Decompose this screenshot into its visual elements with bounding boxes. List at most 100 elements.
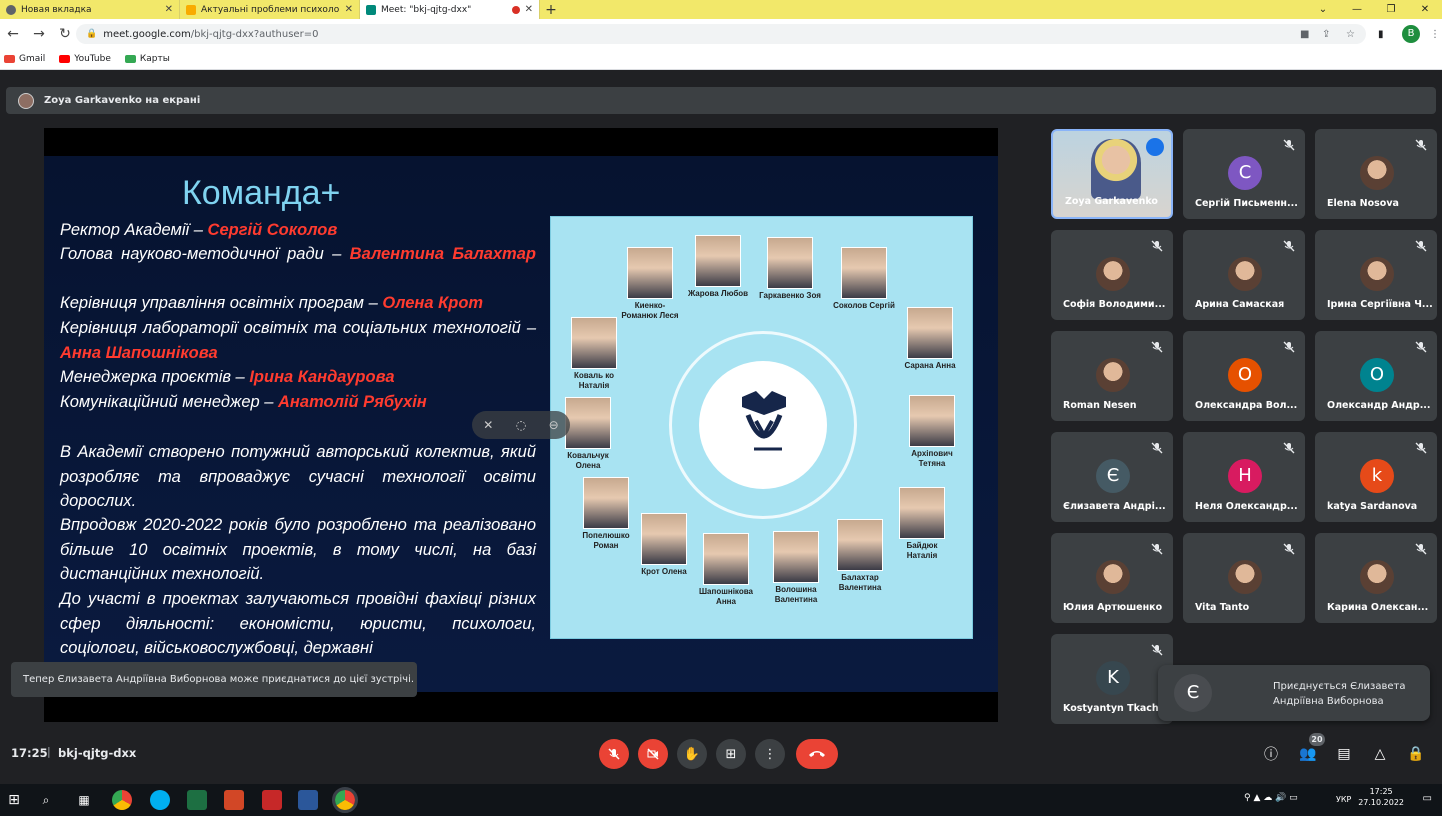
tab-meet[interactable]: Meet: "bkj-qjtg-dxx" ✕ <box>360 0 540 19</box>
participant-name: Неля Олександр... <box>1195 501 1298 512</box>
slide-title: Команда+ <box>182 174 341 212</box>
participant-tile[interactable]: Є Єлизавета Андрі... <box>1051 432 1173 522</box>
info-icon: ⓘ <box>1264 747 1278 763</box>
browser-tab-bar: Новая вкладка ✕ Актуальні проблеми психо… <box>0 0 1442 19</box>
pdf-icon[interactable] <box>262 790 282 810</box>
member-photo <box>773 531 819 583</box>
participant-tile[interactable]: k katya Sardanova <box>1315 432 1437 522</box>
chrome-taskbar-icon[interactable] <box>112 790 132 810</box>
speaking-indicator-icon <box>1146 138 1164 156</box>
participant-tile[interactable]: Ірина Сергіївна Ч... <box>1315 230 1437 320</box>
profile-avatar[interactable]: B <box>1402 25 1420 43</box>
mic-off-icon[interactable]: ◌ <box>516 418 526 432</box>
camera-toggle-button[interactable] <box>638 739 668 769</box>
lock-person-icon: 🔒 <box>1407 746 1425 762</box>
more-dots-icon: ⋮ <box>763 746 777 762</box>
participant-tile[interactable]: Юлия Артюшенко <box>1051 533 1173 623</box>
star-icon[interactable]: ☆ <box>1346 29 1355 40</box>
powerpoint-icon[interactable] <box>224 790 244 810</box>
raise-hand-button[interactable]: ✋ <box>677 739 707 769</box>
participant-name: Roman Nesen <box>1063 400 1137 411</box>
participant-name: Єлизавета Андрі... <box>1063 501 1166 512</box>
joining-avatar: Є <box>1174 674 1212 712</box>
tab-psychology[interactable]: Актуальні проблеми психології ✕ <box>180 0 360 19</box>
address-bar[interactable]: 🔒 meet.google.com/bkj-qjtg-dxx?authuser=… <box>76 24 1366 44</box>
participant-tile[interactable]: О Олександр Андр... <box>1315 331 1437 421</box>
present-button[interactable]: ⊞ <box>716 739 746 769</box>
tab-new[interactable]: Новая вкладка ✕ <box>0 0 180 19</box>
share-icon[interactable]: ⇪ <box>1322 29 1330 40</box>
taskbar-clock[interactable]: 17:25 27.10.2022 <box>1358 786 1404 808</box>
back-icon[interactable]: ← <box>0 26 26 42</box>
windows-start-icon[interactable]: ⊞ <box>4 790 24 810</box>
word-icon[interactable] <box>298 790 318 810</box>
mic-muted-icon <box>1283 543 1295 555</box>
team-member: Шапошнікова Анна <box>695 533 757 607</box>
host-controls-button[interactable]: 🔒 <box>1405 743 1427 765</box>
member-photo <box>837 519 883 571</box>
slide-line: Менеджерка проєктів – Ірина Кандаурова <box>60 368 395 386</box>
tray-icons[interactable]: ⚲ ▲ ☁ 🔊 ▭ <box>1244 793 1298 803</box>
participant-tile[interactable]: Н Неля Олександр... <box>1183 432 1305 522</box>
forward-icon[interactable]: → <box>26 26 52 42</box>
participant-tile[interactable]: Карина Олексан... <box>1315 533 1437 623</box>
excel-icon[interactable] <box>187 790 207 810</box>
more-options-button[interactable]: ⋮ <box>755 739 785 769</box>
restore-icon[interactable]: ❐ <box>1374 0 1408 19</box>
participant-name: Сергій Письменн... <box>1195 198 1298 209</box>
team-image: Киенко-Романюк Леся Жарова Любов Гаркаве… <box>550 216 973 639</box>
reload-icon[interactable]: ↻ <box>52 26 78 42</box>
close-icon[interactable]: ✕ <box>525 4 533 15</box>
participant-tile[interactable]: Арина Самаская <box>1183 230 1305 320</box>
menu-dots-icon[interactable]: ⋮ <box>1430 29 1440 40</box>
notifications-icon[interactable]: ▭ <box>1423 793 1432 804</box>
language-indicator[interactable]: УКР <box>1336 795 1351 804</box>
close-window-icon[interactable]: ✕ <box>1408 0 1442 19</box>
participant-tile[interactable]: Roman Nesen <box>1051 331 1173 421</box>
task-view-icon[interactable]: ▦ <box>74 790 94 810</box>
mic-muted-icon <box>1151 240 1163 252</box>
participant-tile[interactable]: О Олександра Вол... <box>1183 331 1305 421</box>
participant-tile[interactable]: Zoya Garkavenko <box>1051 129 1173 219</box>
leave-call-button[interactable] <box>796 739 838 769</box>
mic-toggle-button[interactable] <box>599 739 629 769</box>
participant-name: Карина Олексан... <box>1327 602 1429 613</box>
tab-search-icon[interactable]: ⌄ <box>1306 0 1340 19</box>
camera-icon[interactable]: ■ <box>1300 29 1309 40</box>
team-member: Волошина Валентина <box>765 531 827 605</box>
participant-tile[interactable]: K Kostyantyn Tkach... <box>1051 634 1173 724</box>
participant-avatar: Є <box>1096 459 1130 493</box>
bookmark-gmail[interactable]: Gmail <box>4 54 45 64</box>
activities-button[interactable]: △ <box>1369 743 1391 765</box>
chat-button[interactable]: ▤ <box>1333 743 1355 765</box>
sidepanel-icon[interactable]: ▮ <box>1378 29 1384 40</box>
participant-name: Софія Володими... <box>1063 299 1166 310</box>
youtube-icon <box>59 54 71 63</box>
member-photo <box>899 487 945 539</box>
bookmark-maps[interactable]: Карты <box>124 54 170 64</box>
meeting-info-button[interactable]: ⓘ <box>1260 743 1282 765</box>
bookmark-youtube[interactable]: YouTube <box>59 54 111 64</box>
presentation-stage: Команда+ Ректор Академії – Сергій Соколо… <box>44 128 998 722</box>
participant-tile[interactable]: Elena Nosova <box>1315 129 1437 219</box>
search-icon[interactable]: ⌕ <box>36 790 56 810</box>
slide-line: Голова науково-методичної ради – Валенти… <box>60 245 536 263</box>
join-notification[interactable]: Є Приєднується Єлизавета Андріївна Вибор… <box>1158 665 1430 721</box>
participant-name: Kostyantyn Tkach... <box>1063 703 1169 714</box>
pin-off-icon[interactable]: ✕ <box>483 418 493 432</box>
new-tab-button[interactable]: + <box>540 0 562 19</box>
participant-tile[interactable]: С Сергій Письменн... <box>1183 129 1305 219</box>
minimize-icon[interactable]: — <box>1340 0 1374 19</box>
close-icon[interactable]: ✕ <box>165 4 173 15</box>
participant-photo <box>1360 257 1394 291</box>
people-button[interactable]: 👥 <box>1297 743 1319 765</box>
chrome-active-icon[interactable] <box>332 787 358 813</box>
participant-name: Арина Самаская <box>1195 299 1285 310</box>
participant-photo <box>1360 156 1394 190</box>
participant-tile[interactable]: Vita Tanto <box>1183 533 1305 623</box>
skype-icon[interactable] <box>150 790 170 810</box>
participant-tile[interactable]: Софія Володими... <box>1051 230 1173 320</box>
slide-line: Керівниця лабораторії освітніх та соціал… <box>60 319 536 362</box>
remove-icon[interactable]: ⊖ <box>549 418 559 432</box>
close-icon[interactable]: ✕ <box>345 4 353 15</box>
